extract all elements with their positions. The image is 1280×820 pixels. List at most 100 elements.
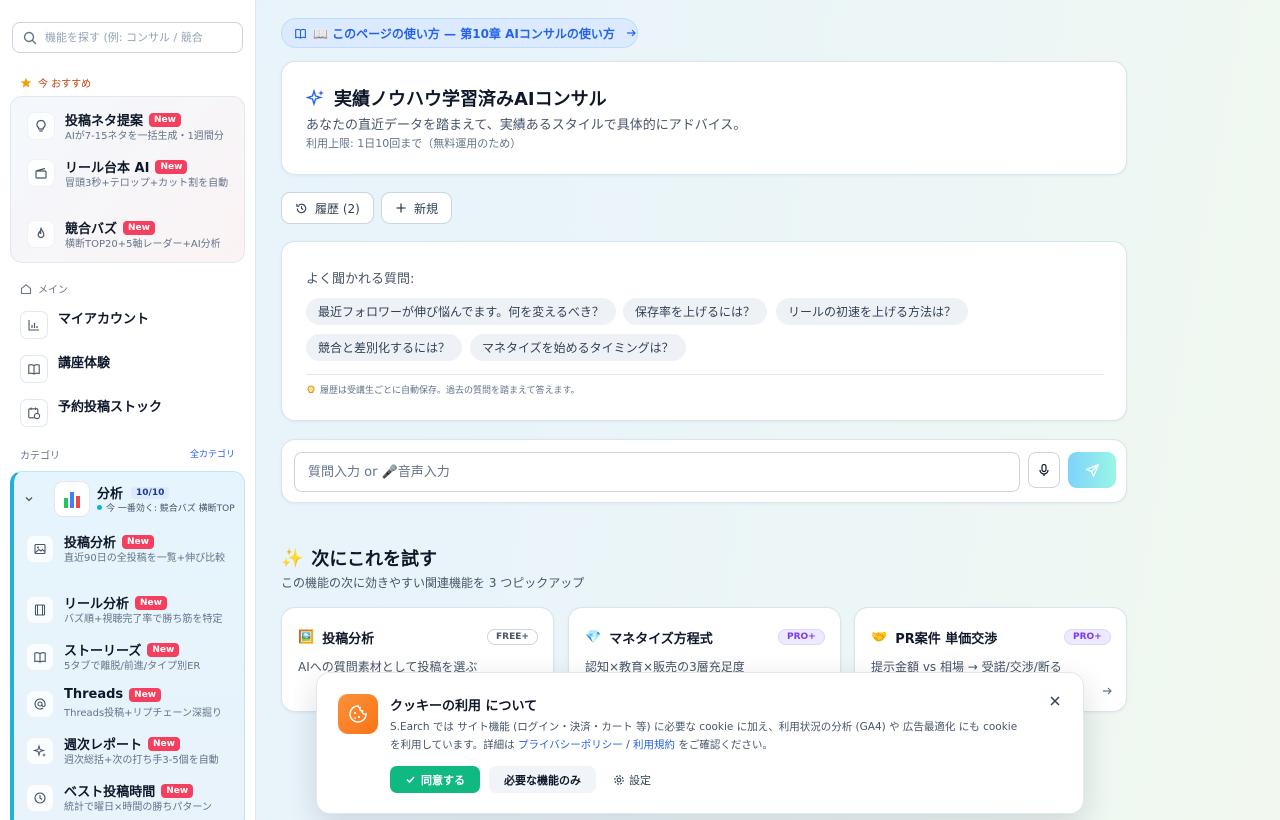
category-item-best-post-time[interactable]: ベスト投稿時間 New 統計で曜日×時間の勝ちパターン — [26, 781, 241, 817]
new-badge: New — [148, 736, 180, 751]
recommended-item-reel-script[interactable]: リール台本 AI New 冒頭3秒+テロップ+カット割を自動 — [27, 157, 242, 205]
feature-search[interactable] — [12, 22, 243, 53]
item-title: ストーリーズ — [64, 644, 142, 659]
necessary-only-label: 必要な機能のみ — [504, 773, 581, 787]
arrow-right-icon — [1103, 687, 1112, 695]
new-badge: New — [161, 783, 194, 798]
category-item-weekly-report[interactable]: 週次レポート New 週次総括+次の打ち手3-5個を自動 — [26, 734, 241, 770]
cookie-settings-button[interactable]: 設定 — [605, 766, 659, 793]
item-desc: 統計で曜日×時間の勝ちパターン — [64, 802, 212, 813]
agree-label: 同意する — [421, 773, 465, 787]
category-label: カテゴリ — [20, 451, 60, 462]
new-label: 新規 — [414, 201, 439, 216]
sparkles-icon — [26, 737, 54, 765]
category-analysis: 分析 10/10 今 一番効く: 競合バズ 横断TOP 投稿分析 New 直近90… — [10, 471, 245, 820]
item-desc: 直近90日の全投稿を一覧+伸び比較 — [64, 553, 226, 564]
chart-emoji-icon — [54, 481, 90, 517]
question-input[interactable] — [294, 452, 1020, 492]
check-icon — [406, 776, 415, 784]
agree-button[interactable]: 同意する — [390, 766, 480, 793]
home-icon — [20, 283, 32, 294]
item-desc: 5タブで離脱/前進/タイプ別ER — [64, 661, 201, 672]
item-title: 週次レポート — [64, 738, 143, 753]
new-badge: New — [147, 642, 180, 657]
item-title: 投稿分析 — [64, 536, 117, 551]
item-desc: 横断TOP20+5軸レーダー+AI分析 — [65, 239, 221, 250]
flame-icon — [27, 220, 55, 248]
search-icon — [23, 31, 37, 44]
item-desc: 冒頭3秒+テロップ+カット割を自動 — [65, 178, 229, 189]
settings-label: 設定 — [629, 773, 651, 787]
recommended-box: 投稿ネタ提案 New AIが7-15ネタを一括生成・1週間分 リール台本 AI Ne… — [10, 96, 245, 263]
nav-label: 講座体験 — [58, 356, 111, 371]
main-section-label: メイン — [20, 281, 68, 296]
search-input[interactable] — [45, 31, 225, 44]
faq-title: よく聞かれる質問: — [306, 272, 415, 287]
necessary-only-button[interactable]: 必要な機能のみ — [489, 766, 596, 793]
item-title: リール分析 — [64, 597, 130, 612]
privacy-policy-link[interactable]: プライバシーポリシー — [518, 739, 623, 751]
all-categories-label: 全カテゴリ — [190, 450, 236, 460]
faq-chip[interactable]: 競合と差別化するには？ — [306, 334, 463, 361]
cookie-icon — [338, 694, 378, 734]
send-button[interactable] — [1068, 452, 1116, 488]
gear-icon — [614, 774, 624, 785]
new-badge: New — [123, 220, 155, 235]
new-badge: New — [155, 159, 188, 174]
history-label: 履歴 (2) — [315, 201, 360, 216]
category-item-threads[interactable]: Threads New Threads投稿+リプチェーン深掘り — [26, 687, 241, 723]
new-badge: New — [129, 687, 162, 702]
faq-chip[interactable]: マネタイズを始めるタイミングは？ — [470, 334, 686, 361]
recommended-item-competitor-buzz[interactable]: 競合バズ New 横断TOP20+5軸レーダー+AI分析 — [27, 218, 242, 254]
card-title: PR案件 単価交渉 — [895, 632, 998, 647]
item-title: 投稿ネタ提案 — [65, 114, 144, 129]
hero-title: 実績ノウハウ学習済みAIコンサル — [334, 89, 607, 110]
category-count-badge: 10/10 — [131, 486, 170, 499]
tier-badge: FREE+ — [487, 629, 538, 645]
voice-input-button[interactable] — [1028, 452, 1060, 488]
recommended-item-post-ideas[interactable]: 投稿ネタ提案 New AIが7-15ネタを一括生成・1週間分 — [27, 110, 242, 150]
card-title: マネタイズ方程式 — [609, 632, 713, 647]
cookie-text-sep: / — [622, 739, 633, 751]
category-item-stories[interactable]: ストーリーズ New 5タブで離脱/前進/タイプ別ER — [26, 640, 241, 676]
category-item-reel-analysis[interactable]: リール分析 New バズ順+視聴完了率で勝ち筋を特定 — [26, 593, 241, 629]
lightbulb-icon — [27, 112, 55, 140]
chevron-down-icon[interactable] — [23, 493, 35, 505]
at-sign-icon — [26, 690, 54, 718]
howto-link[interactable]: 📖 このページの使い方 — 第10章 AIコンサルの使い方 — [281, 18, 638, 48]
nav-my-account[interactable]: マイアカウント — [20, 308, 245, 340]
faq-chip[interactable]: 保存率を上げるには？ — [623, 298, 768, 325]
category-sub-text: 今 一番効く: 競合バズ 横断TOP — [106, 504, 235, 514]
live-dot-icon — [97, 505, 102, 510]
history-button[interactable]: 履歴 (2) — [281, 192, 374, 224]
lightbulb-icon — [307, 385, 315, 393]
category-section-label: カテゴリ — [20, 447, 60, 462]
picture-emoji-icon: 🖼️ — [298, 630, 315, 645]
cookie-banner: クッキーの利用 について S.Earch では サイト機能 (ログイン・決済・カ… — [316, 672, 1084, 814]
item-title: リール台本 AI — [65, 161, 150, 176]
divider — [306, 374, 1104, 375]
recommended-heading: 今 おすすめ — [20, 75, 91, 90]
bar-chart-icon — [20, 311, 48, 339]
item-title: Threads — [64, 687, 124, 702]
faq-chip[interactable]: リールの初速を上げる方法は？ — [776, 298, 969, 325]
category-item-post-analysis[interactable]: 投稿分析 New 直近90日の全投稿を一覧+伸び比較 — [26, 532, 241, 576]
category-title: 分析 — [97, 487, 124, 502]
faq-chip[interactable]: 最近フォロワーが伸び悩んでます。何を変えるべき？ — [306, 298, 616, 325]
item-desc: 週次総括+次の打ち手3-5個を自動 — [64, 755, 219, 766]
hero-card: 実績ノウハウ学習済みAIコンサル あなたの直近データを踏まえて、実績あるスタイル… — [281, 61, 1127, 175]
terms-link[interactable]: 利用規約 — [633, 739, 675, 751]
new-chat-button[interactable]: 新規 — [381, 192, 453, 224]
usage-limit: 利用上限: 1日10回まで（無料運用のため） — [306, 137, 522, 150]
category-header[interactable]: 分析 10/10 — [97, 483, 170, 502]
sidebar: 今 おすすめ 投稿ネタ提案 New AIが7-15ネタを一括生成・1週間分 リール… — [0, 0, 256, 820]
new-badge: New — [122, 534, 154, 549]
nav-course-trial[interactable]: 講座体験 — [20, 352, 245, 384]
arrow-right-icon — [626, 29, 636, 37]
all-categories-link[interactable]: 全カテゴリ — [190, 447, 235, 460]
clapperboard-icon — [27, 159, 55, 187]
nav-scheduled-posts[interactable]: 予約投稿ストック — [20, 396, 245, 428]
sparkles-icon — [306, 88, 324, 107]
cookie-title: クッキーの利用 について — [390, 699, 538, 714]
close-icon[interactable] — [1046, 692, 1064, 710]
